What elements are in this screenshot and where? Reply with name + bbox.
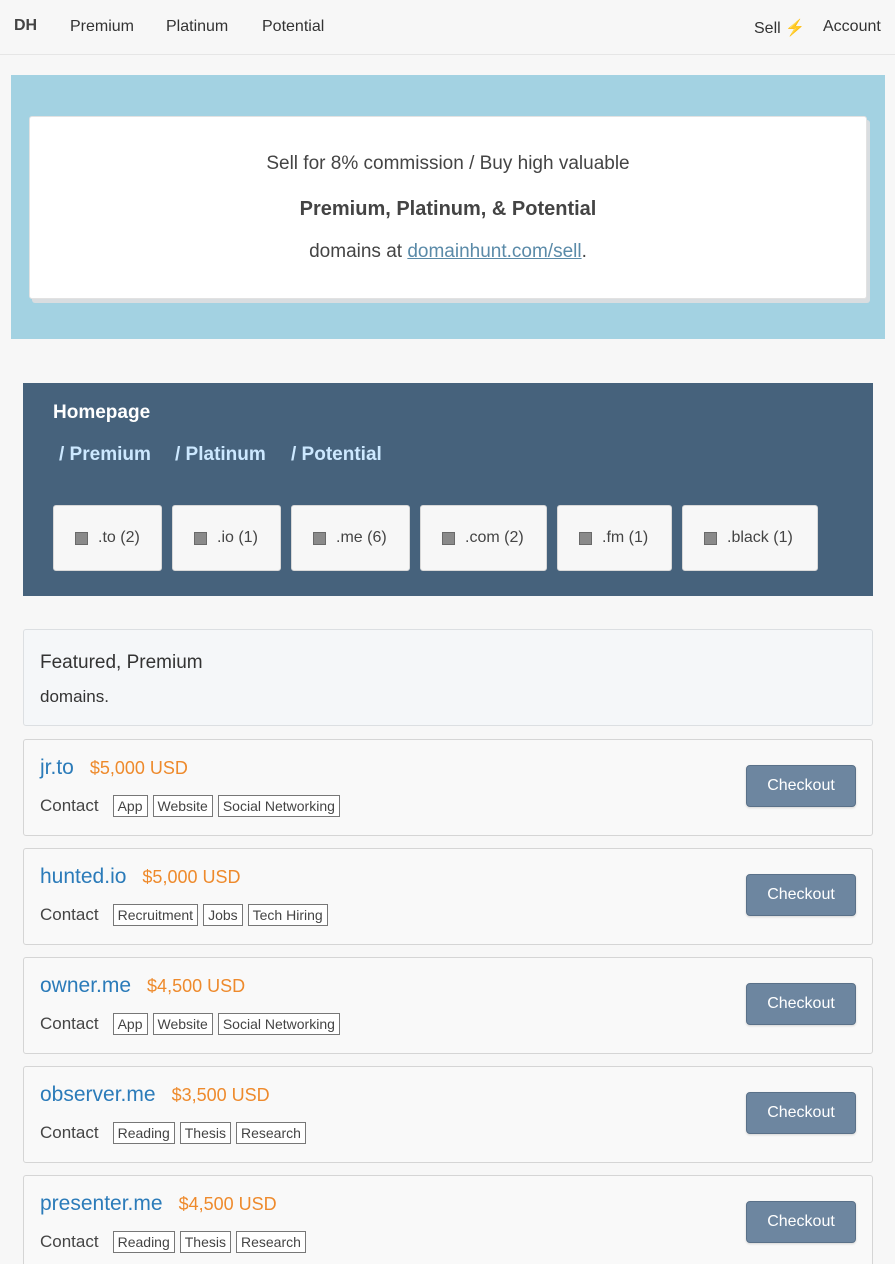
sell-link[interactable]: Sell ⚡ (754, 18, 805, 38)
domain-price: $5,000 USD (89, 758, 188, 778)
sell-label: Sell (754, 20, 781, 37)
tag[interactable]: Reading (112, 1122, 175, 1144)
domain-price: $5,000 USD (142, 867, 241, 887)
tld-label: .black (1) (727, 529, 793, 546)
tld-filter-black[interactable]: .black (1) (682, 505, 818, 571)
list-item: owner.me $4,500 USD Contact App Website S… (23, 957, 873, 1054)
checkout-button[interactable]: Checkout (746, 1201, 856, 1243)
tag[interactable]: Recruitment (112, 904, 199, 926)
tag[interactable]: Social Networking (217, 1013, 340, 1035)
contact-link[interactable]: Contact (40, 1123, 99, 1143)
hero-card: Sell for 8% commission / Buy high valuab… (29, 116, 867, 299)
featured-title: Featured, Premium (40, 652, 203, 673)
nav-link-potential[interactable]: Potential (262, 18, 324, 36)
tld-filter-io[interactable]: .io (1) (172, 505, 281, 571)
list-item: presenter.me $4,500 USD Contact Reading T… (23, 1175, 873, 1264)
featured-header: Featured, Premium domains. (23, 629, 873, 726)
tag[interactable]: Website (152, 795, 213, 817)
tag[interactable]: Social Networking (217, 795, 340, 817)
domain-price: $3,500 USD (171, 1085, 270, 1105)
domain-name-link[interactable]: owner.me (40, 974, 131, 997)
top-nav: DH Premium Platinum Potential Sell ⚡ Acc… (0, 0, 895, 55)
tag[interactable]: Research (235, 1122, 306, 1144)
crumb-potential[interactable]: / Potential (291, 444, 382, 466)
contact-link[interactable]: Contact (40, 1014, 99, 1034)
hero-sell-suffix: . (581, 241, 587, 262)
nav-link-premium[interactable]: Premium (70, 18, 134, 36)
tag[interactable]: Thesis (179, 1122, 231, 1144)
sell-page-link[interactable]: domainhunt.com/sell (407, 241, 581, 262)
hero-sell-prefix: domains at (309, 241, 408, 262)
tag[interactable]: Tech Hiring (247, 904, 328, 926)
tag[interactable]: Reading (112, 1231, 175, 1253)
contact-link[interactable]: Contact (40, 796, 99, 816)
checkout-button[interactable]: Checkout (746, 983, 856, 1025)
checkout-button[interactable]: Checkout (746, 874, 856, 916)
tld-filter-fm[interactable]: .fm (1) (557, 505, 672, 571)
domain-price: $4,500 USD (147, 976, 246, 996)
checkbox-icon[interactable] (194, 532, 207, 545)
list-item: observer.me $3,500 USD Contact Reading Th… (23, 1066, 873, 1163)
tag[interactable]: Jobs (203, 904, 243, 926)
brand-logo[interactable]: DH (14, 17, 37, 35)
domain-name-link[interactable]: observer.me (40, 1083, 156, 1106)
checkout-button[interactable]: Checkout (746, 765, 856, 807)
hero-banner: Sell for 8% commission / Buy high valuab… (11, 75, 885, 339)
tld-filter-com[interactable]: .com (2) (420, 505, 547, 571)
tld-filter-to[interactable]: .to (2) (53, 505, 162, 571)
hero-tagline: Sell for 8% commission / Buy high valuab… (266, 153, 630, 174)
featured-subtitle: domains. (40, 687, 109, 706)
tld-label: .com (2) (465, 529, 524, 546)
tag[interactable]: App (112, 795, 148, 817)
tld-label: .to (2) (98, 529, 140, 546)
tld-label: .me (6) (336, 529, 387, 546)
domain-name-link[interactable]: presenter.me (40, 1192, 163, 1215)
checkbox-icon[interactable] (704, 532, 717, 545)
checkout-button[interactable]: Checkout (746, 1092, 856, 1134)
account-link[interactable]: Account (823, 18, 881, 36)
list-item: jr.to $5,000 USD Contact App Website Soci… (23, 739, 873, 836)
checkbox-icon[interactable] (75, 532, 88, 545)
tld-label: .io (1) (217, 529, 258, 546)
hero-categories: Premium, Platinum, & Potential (299, 198, 597, 220)
checkbox-icon[interactable] (313, 532, 326, 545)
domain-name-link[interactable]: hunted.io (40, 865, 126, 888)
contact-link[interactable]: Contact (40, 1232, 99, 1252)
tag[interactable]: App (112, 1013, 148, 1035)
checkbox-icon[interactable] (579, 532, 592, 545)
tag[interactable]: Thesis (179, 1231, 231, 1253)
hero-sell-line: domains at domainhunt.com/sell. (30, 241, 866, 263)
lightning-icon: ⚡ (785, 20, 806, 37)
tld-filter-me[interactable]: .me (6) (291, 505, 410, 571)
tld-label: .fm (1) (602, 529, 649, 546)
filter-panel: Homepage / Premium / Platinum / Potentia… (23, 383, 873, 596)
domain-name-link[interactable]: jr.to (40, 756, 74, 779)
crumb-premium[interactable]: / Premium (59, 444, 151, 466)
contact-link[interactable]: Contact (40, 905, 99, 925)
tag[interactable]: Research (235, 1231, 306, 1253)
crumb-platinum[interactable]: / Platinum (175, 444, 266, 466)
homepage-link[interactable]: Homepage (53, 402, 150, 424)
checkbox-icon[interactable] (442, 532, 455, 545)
list-item: hunted.io $5,000 USD Contact Recruitment … (23, 848, 873, 945)
nav-link-platinum[interactable]: Platinum (166, 18, 228, 36)
domain-price: $4,500 USD (178, 1194, 277, 1214)
tag[interactable]: Website (152, 1013, 213, 1035)
